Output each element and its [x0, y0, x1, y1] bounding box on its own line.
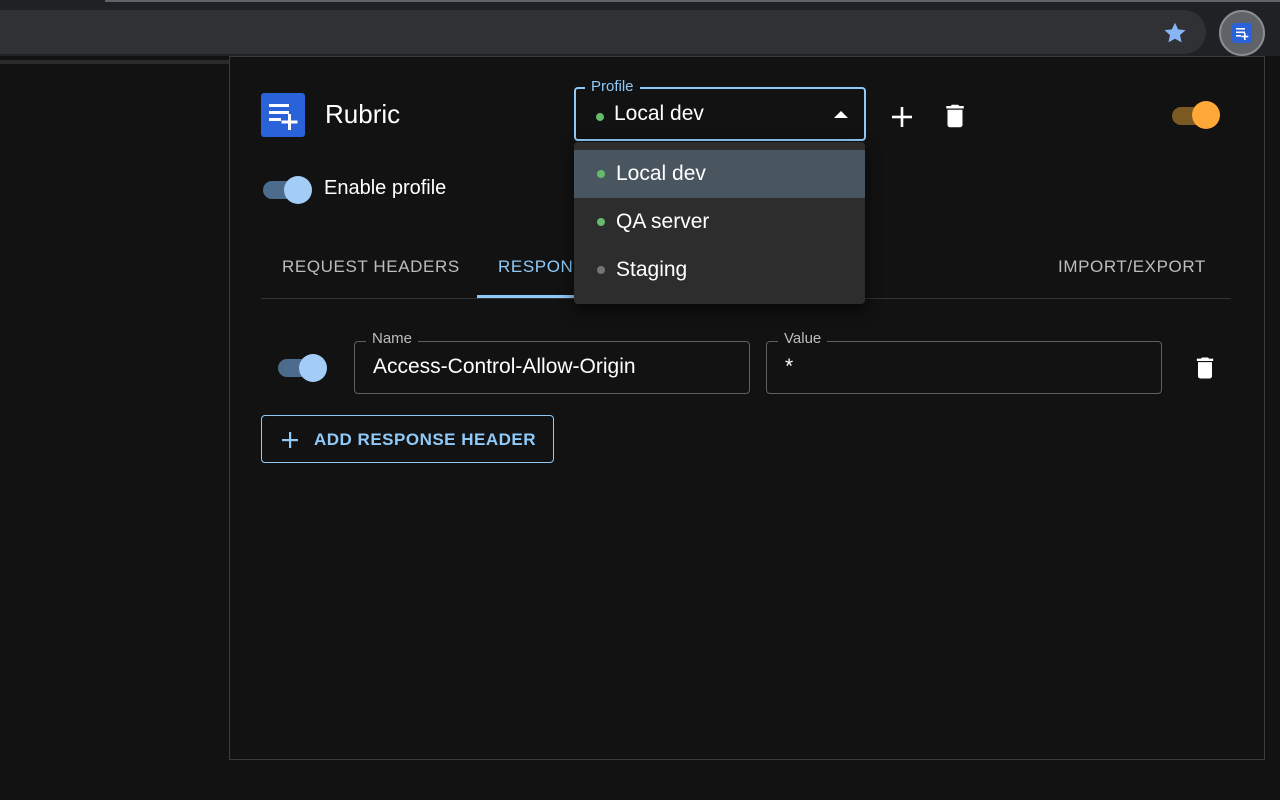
add-profile-icon[interactable] [886, 101, 918, 133]
header-name-field[interactable]: Name Access-Control-Allow-Origin [354, 331, 750, 394]
status-dot [597, 170, 605, 178]
tab-request-headers[interactable]: Request Headers [282, 257, 460, 277]
header-name-label: Name [366, 331, 419, 347]
enable-profile-thumb [284, 176, 312, 204]
tab-strip-line [105, 0, 1280, 2]
tab-import-export[interactable]: Import/Export [1058, 257, 1206, 277]
status-dot [597, 218, 605, 226]
caret-up-icon [834, 111, 848, 118]
status-dot [597, 266, 605, 274]
profile-option-label: Staging [616, 258, 688, 281]
chrome-divider [0, 60, 230, 64]
enable-profile-toggle[interactable] [260, 173, 314, 204]
header-enabled-toggle[interactable] [275, 351, 329, 382]
theme-toggle-thumb [1192, 101, 1220, 129]
profile-option-qa-server[interactable]: QA server [574, 198, 865, 246]
header-value-field[interactable]: Value * [766, 331, 1162, 394]
delete-header-icon[interactable] [1191, 353, 1219, 383]
add-response-header-button[interactable]: ADD RESPONSE HEADER [261, 415, 554, 463]
profile-option-label: Local dev [616, 162, 706, 185]
rubric-logo-icon [261, 93, 305, 137]
app-title: Rubric [325, 99, 401, 129]
profile-option-label: QA server [616, 210, 710, 233]
star-icon[interactable] [1162, 20, 1188, 46]
header-toggle-thumb [299, 354, 327, 382]
header-value-input[interactable]: * [785, 355, 793, 379]
tab-response-headers[interactable]: Respon [498, 257, 573, 277]
enable-profile-label: Enable profile [324, 177, 447, 199]
address-bar[interactable] [0, 10, 1206, 54]
profile-label: Profile [585, 79, 640, 95]
theme-toggle[interactable] [1170, 101, 1222, 129]
profile-selected-value: Local dev [614, 102, 704, 125]
rubric-extension-button[interactable] [1219, 10, 1265, 56]
add-response-header-label: ADD RESPONSE HEADER [314, 430, 537, 449]
rubric-extension-icon [1232, 23, 1252, 43]
plus-icon [282, 432, 298, 448]
profile-status-dot [596, 113, 604, 121]
profile-select[interactable]: Local dev [574, 87, 866, 141]
header-value-label: Value [778, 331, 828, 347]
delete-profile-icon[interactable] [940, 101, 970, 131]
header-name-input[interactable]: Access-Control-Allow-Origin [373, 355, 636, 379]
profile-option-staging[interactable]: Staging [574, 246, 865, 294]
browser-toolbar [0, 0, 1280, 56]
profile-option-local-dev[interactable]: Local dev [574, 150, 865, 198]
profile-dropdown-menu: Local dev QA server Staging [574, 142, 865, 304]
